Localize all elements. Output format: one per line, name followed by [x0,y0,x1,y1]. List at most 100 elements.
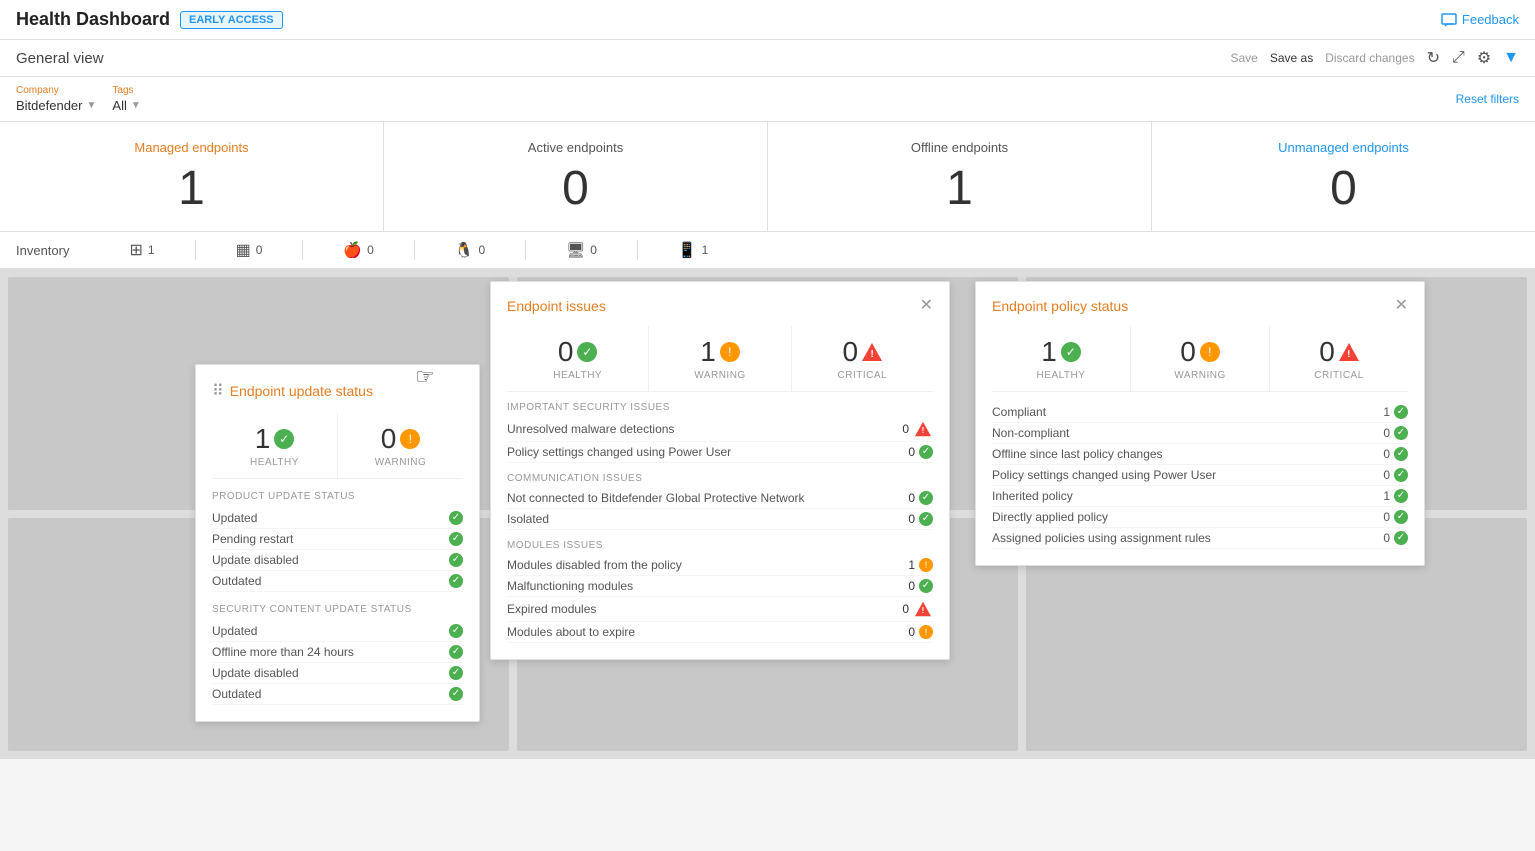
compliant-label: Compliant [992,405,1046,419]
drag-handle-icon[interactable]: ⠿ [212,381,224,401]
offline-last-policy-icon: ✓ [1394,447,1408,461]
save-button[interactable]: Save [1230,51,1257,65]
update-status-title: Endpoint update status [230,383,373,399]
modules-disabled-row: Modules disabled from the policy 1 ! [507,555,933,576]
sec-outdated-value: ✓ [449,687,463,701]
windows-server-icon: ▦ [236,240,251,260]
sec-disabled-icon: ✓ [449,666,463,680]
inventory-macos: 🍎 0 [343,241,373,259]
company-label: Company [16,85,96,96]
non-compliant-label: Non-compliant [992,426,1069,440]
inventory-bar: Inventory ⊞ 1 ▦ 0 🍎 0 🐧 0 🖥 0 📱 1 [0,232,1535,269]
non-compliant-row: Non-compliant 0 ✓ [992,423,1408,444]
directly-applied-value: 0 ✓ [1383,510,1408,524]
windows-icon: ⊞ [129,240,142,260]
toolbar-left: General view [16,50,104,67]
mobile-icon: 📱 [678,241,697,259]
product-outdated-value: ✓ [449,574,463,588]
policy-close-button[interactable]: ✕ [1395,298,1408,314]
update-status-counts: 1 ✓ HEALTHY 0 ! WARNING [212,413,463,479]
healthy-check-icon: ✓ [274,429,294,449]
inventory-windows-server: ▦ 0 [236,240,263,260]
compliant-icon: ✓ [1394,405,1408,419]
policy-status-row: 1 ✓ HEALTHY 0 ! WARNING 0 CRITICAL [992,326,1408,392]
issues-critical-icon [862,343,882,361]
offline-last-policy-label: Offline since last policy changes [992,447,1163,461]
compliant-value: 1 ✓ [1383,405,1408,419]
issues-critical-cell: 0 CRITICAL [792,326,933,391]
company-select[interactable]: Bitdefender ▼ [16,98,96,113]
refresh-icon[interactable]: ↻ [1427,48,1440,68]
assignment-rules-icon: ✓ [1394,531,1408,545]
active-endpoints-card: Active endpoints 0 [384,122,768,231]
update-healthy-cell: 1 ✓ HEALTHY [212,413,338,478]
save-as-button[interactable]: Save as [1270,51,1313,65]
inherited-policy-value: 1 ✓ [1383,489,1408,503]
discard-button[interactable]: Discard changes [1325,51,1414,65]
non-compliant-value: 0 ✓ [1383,426,1408,440]
compliant-row: Compliant 1 ✓ [992,402,1408,423]
directly-applied-label: Directly applied policy [992,510,1108,524]
endpoint-issues-panel: Endpoint issues ✕ 0 ✓ HEALTHY 1 ! WARNIN… [490,281,950,660]
toolbar: General view Save Save as Discard change… [0,40,1535,77]
offline-last-policy-row: Offline since last policy changes 0 ✓ [992,444,1408,465]
issues-healthy-icon: ✓ [577,342,597,362]
inventory-label: Inventory [16,243,69,258]
tags-arrow-icon: ▼ [131,100,141,111]
offline-label: Offline endpoints [778,140,1141,155]
policy-power-user-row: Policy settings changed using Power User… [507,442,933,463]
policy-critical-cell: 0 CRITICAL [1270,326,1408,391]
issues-status-row: 0 ✓ HEALTHY 1 ! WARNING 0 CRITICAL [507,326,933,392]
policy-critical-icon [1339,343,1359,361]
product-updated-icon: ✓ [449,511,463,525]
unresolved-malware-row: Unresolved malware detections 0 [507,417,933,442]
reset-filters-button[interactable]: Reset filters [1456,92,1519,106]
assignment-rules-row: Assigned policies using assignment rules… [992,528,1408,549]
macos-icon: 🍎 [343,241,362,259]
issues-warning-cell: 1 ! WARNING [649,326,791,391]
security-content-section: SECURITY CONTENT UPDATE STATUS [212,604,463,615]
settings-icon[interactable]: ⚙ [1477,48,1491,68]
tags-select[interactable]: All ▼ [112,98,140,113]
product-pending-value: ✓ [449,532,463,546]
unmanaged-endpoints-card: Unmanaged endpoints 0 [1152,122,1535,231]
policy-power-user-row2: Policy settings changed using Power User… [992,465,1408,486]
endpoint-policy-panel: Endpoint policy status ✕ 1 ✓ HEALTHY 0 !… [975,281,1425,566]
macos-count: 0 [367,243,374,257]
sec-offline-icon: ✓ [449,645,463,659]
issues-warning-icon: ! [720,342,740,362]
general-view-label: General view [16,50,104,67]
sec-outdated-row: Outdated ✓ [212,684,463,705]
expand-icon[interactable]: ⤢ [1452,49,1465,67]
product-disabled-label: Update disabled [212,553,299,567]
mobile-count: 1 [702,243,709,257]
filter-icon[interactable]: ▼ [1503,49,1519,67]
app-title: Health Dashboard [16,9,170,30]
issues-header: Endpoint issues ✕ [507,298,933,314]
feedback-button[interactable]: Feedback [1441,12,1519,28]
inherited-policy-icon: ✓ [1394,489,1408,503]
sec-updated-row: Updated ✓ [212,621,463,642]
active-count: 0 [394,165,757,213]
filters-bar: Company Bitdefender ▼ Tags All ▼ Reset f… [0,77,1535,122]
product-disabled-row: Update disabled ✓ [212,550,463,571]
product-updated-row: Updated ✓ [212,508,463,529]
sec-offline-value: ✓ [449,645,463,659]
malfunctioning-icon: ✓ [919,579,933,593]
product-outdated-icon: ✓ [449,574,463,588]
update-warning-count: 0 ! [343,423,458,455]
tags-filter: Tags All ▼ [112,85,140,113]
issues-close-button[interactable]: ✕ [920,298,933,314]
product-pending-row: Pending restart ✓ [212,529,463,550]
sec-disabled-value: ✓ [449,666,463,680]
managed-count: 1 [10,165,373,213]
policy-power-user-label: Policy settings changed using Power User [992,468,1216,482]
product-pending-icon: ✓ [449,532,463,546]
header-left: Health Dashboard EARLY ACCESS [16,9,283,30]
unmanaged-count: 0 [1162,165,1525,213]
active-label: Active endpoints [394,140,757,155]
malfunctioning-row: Malfunctioning modules 0 ✓ [507,576,933,597]
issues-title: Endpoint issues [507,298,606,314]
product-updated-value: ✓ [449,511,463,525]
policy-healthy-cell: 1 ✓ HEALTHY [992,326,1131,391]
